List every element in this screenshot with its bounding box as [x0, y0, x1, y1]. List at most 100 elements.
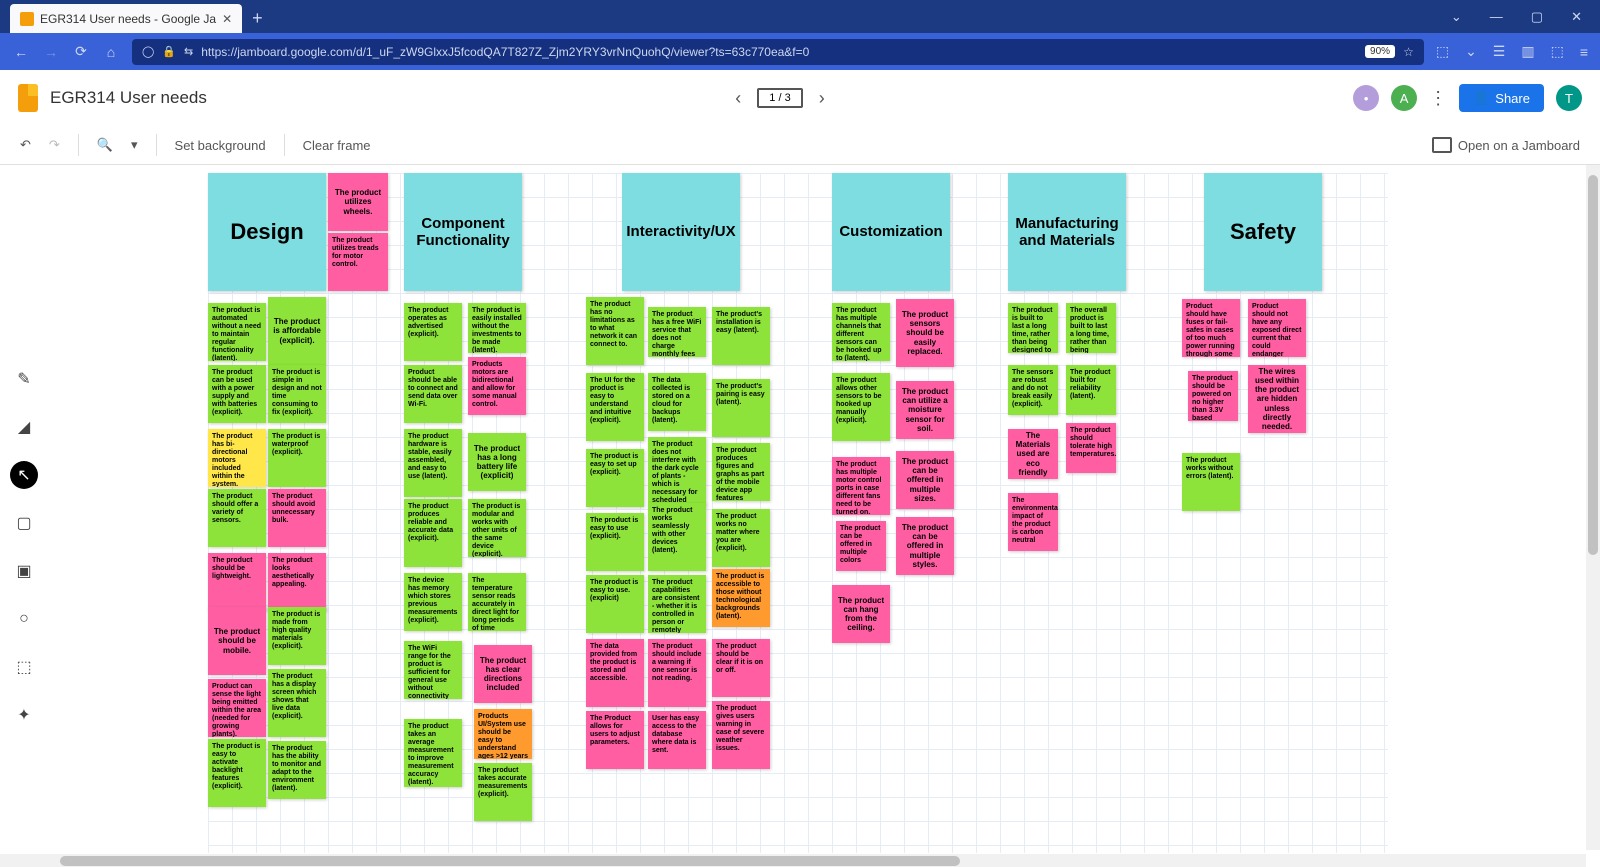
- sticky-note[interactable]: The product should include a warning if …: [648, 639, 706, 707]
- sticky-note[interactable]: The product produces reliable and accura…: [404, 499, 462, 567]
- open-on-jamboard-button[interactable]: Open on a Jamboard: [1432, 137, 1580, 153]
- sticky-note[interactable]: The product takes an average measurement…: [404, 719, 462, 787]
- sticky-note[interactable]: The product's pairing is easy (latent).: [712, 379, 770, 437]
- sticky-note[interactable]: The product looks aesthetically appealin…: [268, 553, 326, 611]
- jamboard-logo-icon[interactable]: [18, 84, 38, 112]
- sticky-note[interactable]: The product has clear directions include…: [474, 645, 532, 703]
- zoom-level[interactable]: 90%: [1365, 45, 1395, 58]
- sticky-note[interactable]: The product works seamlessly with other …: [648, 503, 706, 571]
- sticky-note[interactable]: The product should be clear if it is on …: [712, 639, 770, 697]
- sticky-note[interactable]: Design: [208, 173, 326, 291]
- sticky-note[interactable]: The product can be used with a power sup…: [208, 365, 266, 423]
- url-bar[interactable]: ◯ 🔒 ⇆ https://jamboard.google.com/d/1_uF…: [132, 39, 1424, 65]
- zoom-icon[interactable]: 🔍: [97, 137, 113, 153]
- sticky-note[interactable]: The product is easy to use. (explicit): [586, 575, 644, 633]
- sticky-note[interactable]: The temperature sensor reads accurately …: [468, 573, 526, 631]
- sticky-note[interactable]: Manufacturing and Materials: [1008, 173, 1126, 291]
- scrollbar-thumb[interactable]: [60, 856, 960, 866]
- sticky-note[interactable]: Products UI/System use should be easy to…: [474, 709, 532, 759]
- sticky-note[interactable]: Product should have fuses or fail-safes …: [1182, 299, 1240, 357]
- sticky-note[interactable]: The product has a display screen which s…: [268, 669, 326, 737]
- window-minimize-icon[interactable]: ―: [1490, 9, 1503, 24]
- downloads-icon[interactable]: ⬚: [1436, 43, 1449, 60]
- sticky-note[interactable]: The product can be offered in multiple c…: [836, 521, 886, 571]
- jamboard-title[interactable]: EGR314 User needs: [50, 88, 207, 108]
- pocket-icon[interactable]: ⌄: [1465, 43, 1477, 60]
- sticky-note[interactable]: The product allows other sensors to be h…: [832, 373, 890, 441]
- sticky-note[interactable]: The environmental impact of the product …: [1008, 493, 1058, 551]
- nav-home-icon[interactable]: ⌂: [102, 44, 120, 60]
- sticky-note[interactable]: The product is easy to set up (explicit)…: [586, 449, 644, 507]
- sticky-note[interactable]: The product is affordable (explicit).: [268, 297, 326, 365]
- sticky-note[interactable]: The product has bi-directional motors in…: [208, 429, 266, 487]
- vertical-scrollbar[interactable]: [1586, 165, 1600, 850]
- undo-icon[interactable]: ↶: [20, 137, 31, 153]
- sticky-note[interactable]: The product should tolerate high tempera…: [1066, 423, 1116, 473]
- sticky-note[interactable]: The device has memory which stores previ…: [404, 573, 462, 631]
- sticky-note[interactable]: Customization: [832, 173, 950, 291]
- sticky-note[interactable]: The product is easily installed without …: [468, 303, 526, 353]
- sticky-note[interactable]: The product operates as advertised (expl…: [404, 303, 462, 361]
- sticky-note[interactable]: The product has multiple channels that d…: [832, 303, 890, 361]
- sticky-note[interactable]: The product is modular and works with ot…: [468, 499, 526, 557]
- collaborator-avatar[interactable]: A: [1391, 85, 1417, 111]
- select-tool[interactable]: ↖: [10, 461, 38, 489]
- sticky-note[interactable]: The product should offer a variety of se…: [208, 489, 266, 547]
- chevron-down-icon[interactable]: ⌄: [1451, 9, 1462, 25]
- sticky-note[interactable]: Product should not have any exposed dire…: [1248, 299, 1306, 357]
- sidebar-icon[interactable]: ▥: [1521, 43, 1534, 60]
- lock-icon[interactable]: 🔒: [162, 45, 176, 58]
- sticky-note[interactable]: The Materials used are eco friendly: [1008, 429, 1058, 479]
- extensions-icon[interactable]: ⬚: [1551, 43, 1564, 60]
- sticky-note[interactable]: The Product allows for users to adjust p…: [586, 711, 644, 769]
- horizontal-scrollbar[interactable]: [0, 854, 1586, 867]
- permissions-icon[interactable]: ⇆: [184, 45, 193, 58]
- canvas-scroll[interactable]: DesignThe product utilizes wheels.The pr…: [48, 165, 1600, 867]
- sticky-note[interactable]: The product is built to last a long time…: [1008, 303, 1058, 353]
- tab-close-icon[interactable]: ✕: [222, 12, 232, 26]
- scrollbar-thumb[interactable]: [1588, 175, 1598, 555]
- sticky-note[interactable]: The product works without errors (latent…: [1182, 453, 1240, 511]
- app-menu-icon[interactable]: ≡: [1580, 44, 1588, 60]
- sticky-note[interactable]: The product utilizes treads for motor co…: [328, 233, 388, 291]
- redo-icon[interactable]: ↷: [49, 137, 60, 153]
- sticky-note[interactable]: The product is easy to activate backligh…: [208, 739, 266, 807]
- sticky-note[interactable]: The product is automated without a need …: [208, 303, 266, 361]
- shape-tool[interactable]: ○: [10, 605, 38, 633]
- sticky-note[interactable]: The product produces figures and graphs …: [712, 443, 770, 501]
- eraser-tool[interactable]: ◢: [10, 413, 38, 441]
- window-close-icon[interactable]: ✕: [1571, 9, 1582, 25]
- sticky-note[interactable]: The product capabilities are consistent …: [648, 575, 706, 633]
- bookmark-star-icon[interactable]: ☆: [1403, 45, 1414, 59]
- sticky-note[interactable]: Product should be able to connect and se…: [404, 365, 462, 423]
- sticky-note[interactable]: The product built for reliability (laten…: [1066, 365, 1116, 415]
- sticky-note[interactable]: The sensors are robust and do not break …: [1008, 365, 1058, 415]
- sticky-note[interactable]: The product should be powered on no high…: [1188, 371, 1238, 421]
- library-icon[interactable]: ☰: [1493, 43, 1506, 60]
- sticky-note-tool[interactable]: ▢: [10, 509, 38, 537]
- sticky-note[interactable]: The product does not interfere with the …: [648, 437, 706, 505]
- sticky-note[interactable]: User has easy access to the database whe…: [648, 711, 706, 769]
- sticky-note[interactable]: The product sensors should be easily rep…: [896, 299, 954, 367]
- sticky-note[interactable]: The data provided from the product is st…: [586, 639, 644, 707]
- sticky-note[interactable]: The product has the ability to monitor a…: [268, 741, 326, 799]
- sticky-note[interactable]: The product's installation is easy (late…: [712, 307, 770, 365]
- nav-reload-icon[interactable]: ⟳: [72, 43, 90, 60]
- zoom-dropdown-icon[interactable]: ▾: [131, 137, 138, 153]
- sticky-note[interactable]: The data collected is stored on a cloud …: [648, 373, 706, 431]
- clear-frame-button[interactable]: Clear frame: [303, 138, 371, 153]
- sticky-note[interactable]: The product can be offered in multiple s…: [896, 517, 954, 575]
- sticky-note[interactable]: The product is waterproof (explicit).: [268, 429, 326, 487]
- sticky-note[interactable]: The product utilizes wheels.: [328, 173, 388, 231]
- image-tool[interactable]: ▣: [10, 557, 38, 585]
- sticky-note[interactable]: The product has no limitations as to wha…: [586, 297, 644, 365]
- sticky-note[interactable]: The product has multiple motor control p…: [832, 457, 890, 515]
- sticky-note[interactable]: The product should be lightweight.: [208, 553, 266, 611]
- collaborator-avatar[interactable]: •: [1353, 85, 1379, 111]
- set-background-button[interactable]: Set background: [175, 138, 266, 153]
- next-frame-button[interactable]: ›: [819, 88, 825, 109]
- sticky-note[interactable]: The product has a free WiFi service that…: [648, 307, 706, 357]
- sticky-note[interactable]: The product hardware is stable, easily a…: [404, 429, 462, 497]
- sticky-note[interactable]: The overall product is built to last a l…: [1066, 303, 1116, 353]
- sticky-note[interactable]: The product is easy to use (explicit).: [586, 513, 644, 571]
